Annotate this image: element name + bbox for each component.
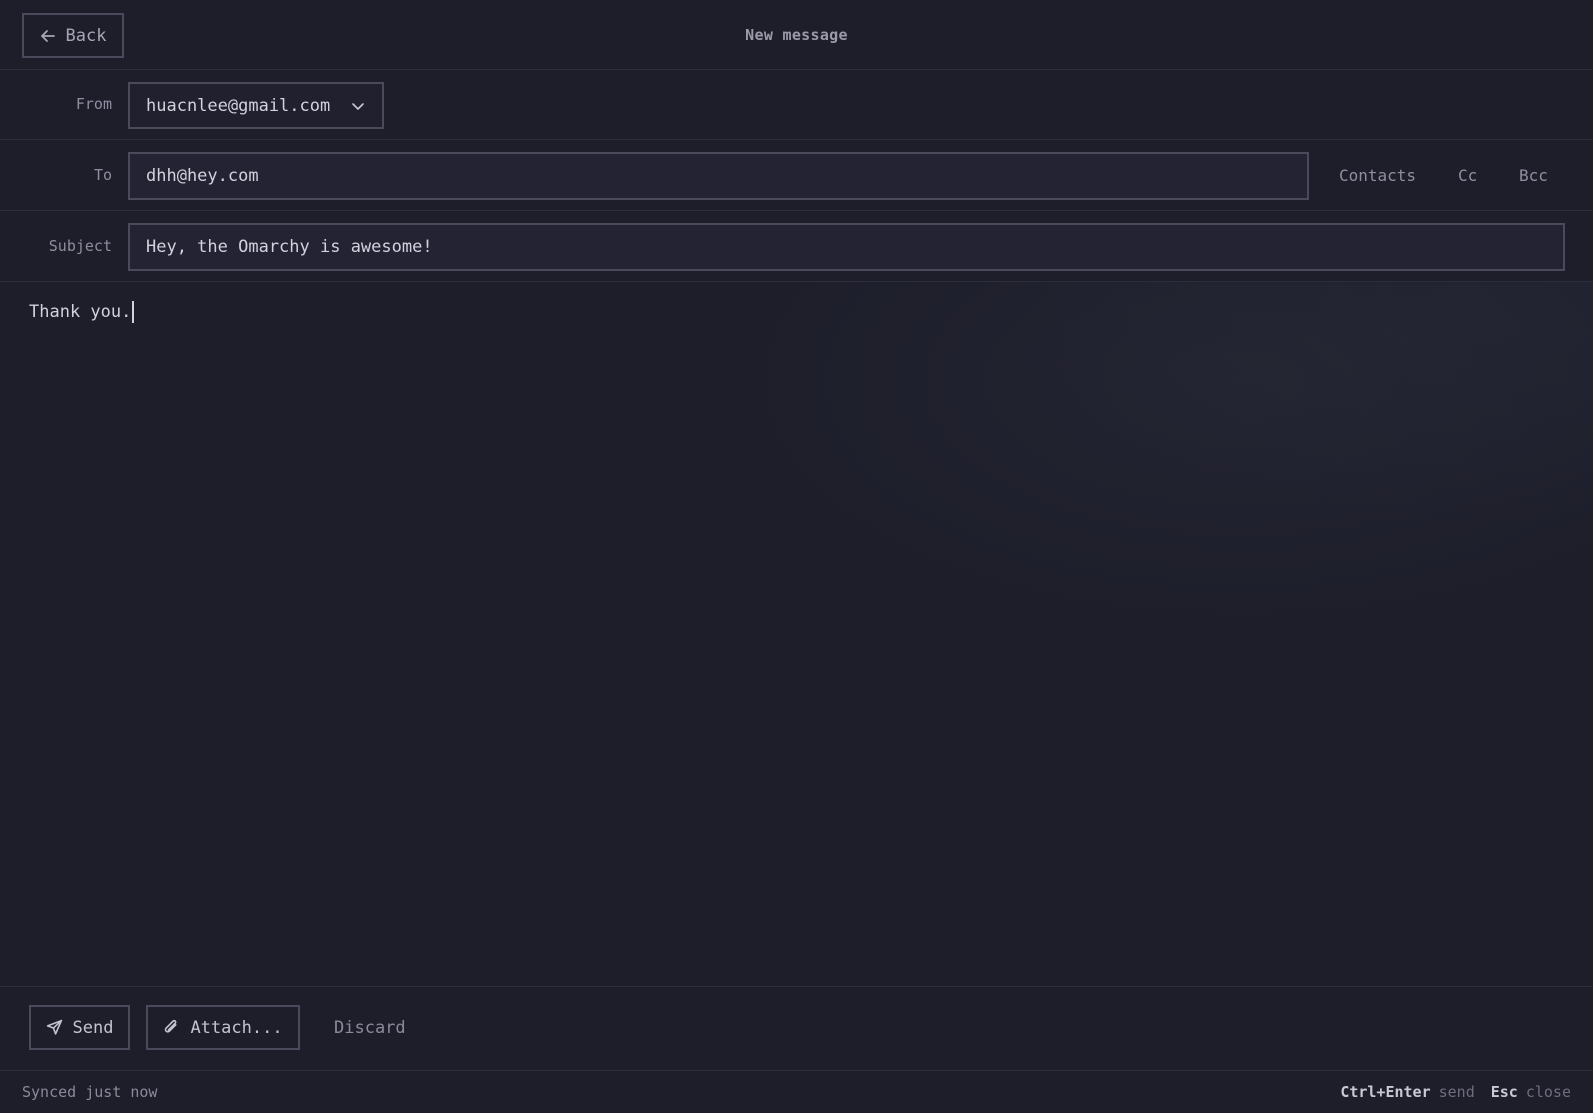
top-bar: New message Back [0, 0, 1593, 70]
message-body-text[interactable]: Thank you. [29, 301, 135, 323]
to-label: To [93, 166, 112, 184]
discard-button[interactable]: Discard [334, 1005, 406, 1050]
from-label: From [75, 95, 112, 113]
attach-button[interactable]: Attach... [146, 1005, 300, 1050]
shortcut-key: Esc [1490, 1083, 1518, 1101]
subject-input[interactable] [128, 223, 1565, 271]
message-body-editor[interactable]: Thank you. [0, 282, 1593, 987]
text-caret [132, 301, 135, 323]
sync-status: Synced just now [22, 1083, 158, 1101]
shortcut-desc: close [1525, 1083, 1571, 1101]
message-body-content: Thank you. [29, 302, 132, 322]
back-button[interactable]: Back [22, 13, 124, 58]
paper-plane-icon [46, 1019, 62, 1035]
arrow-left-icon [40, 29, 55, 42]
send-button[interactable]: Send [29, 1005, 130, 1050]
status-bar: Synced just now Ctrl+Enter send Esc clos… [0, 1071, 1593, 1113]
bcc-link[interactable]: Bcc [1519, 166, 1548, 185]
contacts-link[interactable]: Contacts [1339, 166, 1416, 185]
shortcut-desc: send [1438, 1083, 1475, 1101]
from-select-value: huacnlee@gmail.com [146, 95, 331, 116]
back-button-label: Back [65, 25, 107, 46]
to-row: To Contacts Cc Bcc [0, 140, 1593, 211]
shortcut-hints: Ctrl+Enter send Esc close [1340, 1071, 1571, 1113]
shortcut-key: Ctrl+Enter [1340, 1083, 1431, 1101]
paperclip-icon [165, 1019, 177, 1033]
compose-window: New message Back From huacnlee@gmail.com… [0, 0, 1593, 1113]
cc-link[interactable]: Cc [1458, 166, 1477, 185]
subject-row: Subject [0, 211, 1593, 282]
send-button-label: Send [72, 1017, 114, 1038]
action-bar: Send Attach... Discard [0, 987, 1593, 1071]
from-row: From huacnlee@gmail.com [0, 70, 1593, 140]
to-input[interactable] [128, 152, 1309, 200]
chevron-down-icon [352, 102, 364, 110]
subject-label: Subject [48, 237, 112, 255]
from-select[interactable]: huacnlee@gmail.com [128, 82, 384, 129]
page-title: New message [745, 26, 848, 44]
attach-button-label: Attach... [190, 1017, 283, 1038]
